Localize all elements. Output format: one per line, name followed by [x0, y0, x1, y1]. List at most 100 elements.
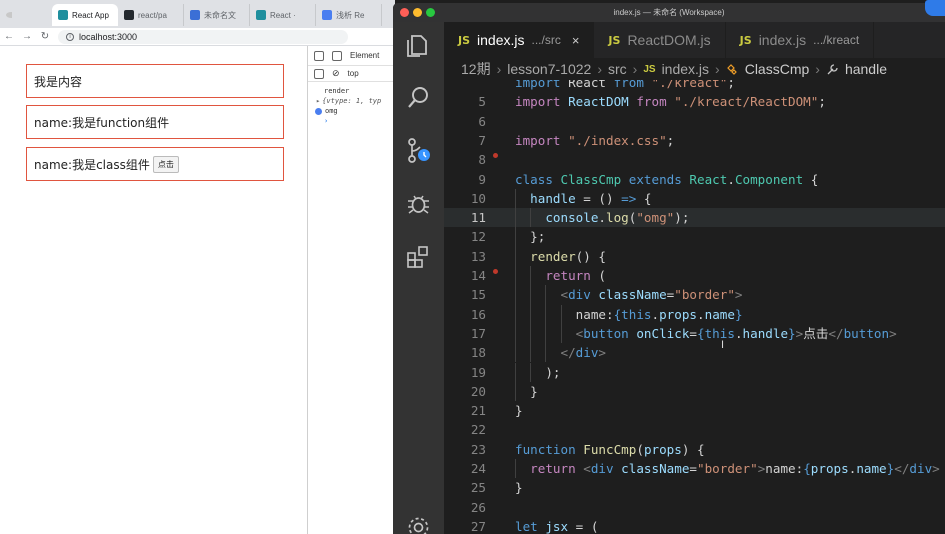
line-number[interactable]: 21	[444, 401, 486, 420]
line-number[interactable]: 7	[444, 131, 486, 150]
line-number[interactable]: 15	[444, 285, 486, 304]
code-line[interactable]: 25}	[444, 478, 945, 497]
line-number[interactable]: 24	[444, 459, 486, 478]
line-number[interactable]: 10	[444, 189, 486, 208]
code-line[interactable]: 8	[444, 150, 945, 169]
breakpoint-marker-icon[interactable]	[493, 269, 498, 274]
minimize-window-icon[interactable]	[413, 8, 422, 17]
info-icon[interactable]: i	[66, 32, 74, 41]
device-toggle-icon[interactable]	[332, 50, 342, 61]
code-line[interactable]: 9 class ClassCmp extends React.Component …	[444, 170, 945, 189]
editor-tab[interactable]: JS ReactDOM.js	[594, 22, 726, 58]
context-selector[interactable]: top	[348, 69, 359, 78]
zoom-window-icon[interactable]	[426, 8, 435, 17]
line-number[interactable]: 8	[444, 150, 486, 169]
code-line[interactable]: 16 name:{this.props.name}	[444, 304, 945, 324]
code-line[interactable]: 10 handle = () => {	[444, 188, 945, 209]
line-number[interactable]: 19	[444, 363, 486, 382]
line-number[interactable]: 11	[444, 208, 486, 227]
extensions-icon[interactable]	[405, 243, 432, 270]
breadcrumb-file[interactable]: index.js	[662, 61, 709, 77]
browser-toolbar: ← → ↻ i localhost:3000	[0, 28, 395, 46]
breakpoint-marker-icon[interactable]	[493, 153, 498, 159]
code-line[interactable]: 14 return (	[444, 266, 945, 286]
code-line[interactable]: 24 return <div className="border">name:{…	[444, 459, 945, 479]
click-button[interactable]: 点击	[152, 155, 179, 173]
code-line[interactable]: 5 import ReactDOM from "./kreact/ReactDOM…	[444, 92, 945, 111]
line-number[interactable]: 16	[444, 305, 486, 324]
editor-tab[interactable]: JS index.js .../kreact	[726, 22, 875, 58]
line-number[interactable]: 9	[444, 170, 486, 189]
line-number[interactable]: 6	[444, 112, 486, 131]
line-number[interactable]: 22	[444, 420, 486, 439]
code-line[interactable]: 12 };	[444, 227, 945, 247]
clear-console-icon[interactable]: ⊘	[332, 68, 340, 79]
code-token: </	[894, 461, 910, 476]
sidebar-toggle-icon[interactable]	[314, 68, 324, 79]
source-control-icon[interactable]	[405, 137, 432, 164]
close-window-icon[interactable]	[400, 8, 409, 17]
forward-arrow-icon[interactable]: →	[18, 31, 36, 42]
line-number[interactable]: 13	[444, 247, 486, 266]
code-token: {this	[613, 306, 652, 322]
settings-gear-icon[interactable]	[405, 514, 432, 534]
code-editor[interactable]: I import React from "./kreact"; 5 import R…	[444, 80, 945, 534]
browser-tab[interactable]: react/pa	[118, 4, 184, 26]
code-token: }	[515, 383, 538, 399]
explorer-icon[interactable]	[405, 32, 432, 59]
class-component-text: name:我是class组件	[34, 157, 150, 172]
line-number[interactable]: 14	[444, 266, 486, 285]
code-line[interactable]: 11 console.log("omg");	[444, 208, 945, 228]
console-line-object[interactable]: ▸ {vtype: 1, typ	[308, 96, 395, 106]
code-line[interactable]: 17 <button onClick={this.handle}>点击</but…	[444, 323, 945, 344]
code-line[interactable]: 21}	[444, 401, 945, 420]
code-token: "./kreact/ReactDOM"	[666, 94, 819, 110]
search-icon[interactable]	[405, 84, 432, 111]
code-line[interactable]: 27 let jsx = (	[444, 517, 945, 534]
code-line[interactable]: 20 }	[444, 381, 945, 402]
line-number[interactable]: 27	[444, 517, 486, 534]
code-line[interactable]: 15 <div className="border">	[444, 285, 945, 305]
browser-tab[interactable]: React ·	[250, 4, 316, 26]
code-line[interactable]: 13 render() {	[444, 246, 945, 266]
line-number[interactable]: 25	[444, 478, 486, 497]
breadcrumb-folder[interactable]: lesson7-1022	[507, 61, 591, 77]
code-line[interactable]: 23 function FuncCmp(props) {	[444, 440, 945, 459]
browser-tab[interactable]: 浅析 Re	[316, 4, 382, 26]
editor-tab[interactable]: JS index.js .../src ×	[444, 22, 595, 58]
line-number[interactable]: 18	[444, 343, 486, 362]
code-line[interactable]: 19 );	[444, 362, 945, 382]
browser-tab-label: React ·	[270, 10, 296, 20]
breadcrumb-src[interactable]: src	[608, 61, 627, 77]
line-number[interactable]: 20	[444, 382, 486, 401]
devtools-tab-elements[interactable]: Element	[350, 51, 379, 60]
code-line[interactable]: 7 import "./index.css";	[444, 131, 945, 150]
console-prompt[interactable]: ›	[308, 116, 395, 126]
window-dot-icon[interactable]	[6, 12, 12, 18]
line-number[interactable]: 12	[444, 227, 486, 246]
breadcrumb-root[interactable]: 12期	[461, 59, 491, 79]
code-token: =>	[621, 190, 637, 206]
back-arrow-icon[interactable]: ←	[0, 31, 18, 42]
line-number[interactable]: 26	[444, 498, 486, 517]
code-line[interactable]: 18 </div>	[444, 343, 945, 363]
line-number[interactable]: 23	[444, 440, 486, 459]
code-line[interactable]: 6	[444, 112, 945, 131]
expand-caret-icon[interactable]: ▸	[316, 97, 320, 105]
address-bar[interactable]: i localhost:3000	[58, 29, 348, 44]
debug-icon[interactable]	[405, 190, 432, 217]
line-number[interactable]: 5	[444, 92, 486, 111]
reload-icon[interactable]: ↻	[36, 31, 54, 42]
code-token: <	[515, 325, 584, 341]
line-number[interactable]: 17	[444, 324, 486, 343]
code-line[interactable]: import React from "./kreact";	[444, 80, 945, 92]
browser-tab[interactable]: React App	[52, 4, 118, 26]
breadcrumb-class[interactable]: ClassCmp	[745, 61, 810, 77]
breadcrumb-method[interactable]: handle	[845, 61, 887, 77]
close-tab-icon[interactable]: ×	[572, 33, 580, 48]
content-text: 我是内容	[34, 74, 83, 89]
code-line[interactable]: 26	[444, 498, 945, 517]
browser-tab[interactable]: 未命名文	[184, 4, 250, 26]
code-line[interactable]: 22	[444, 420, 945, 439]
inspect-element-icon[interactable]	[314, 50, 324, 61]
